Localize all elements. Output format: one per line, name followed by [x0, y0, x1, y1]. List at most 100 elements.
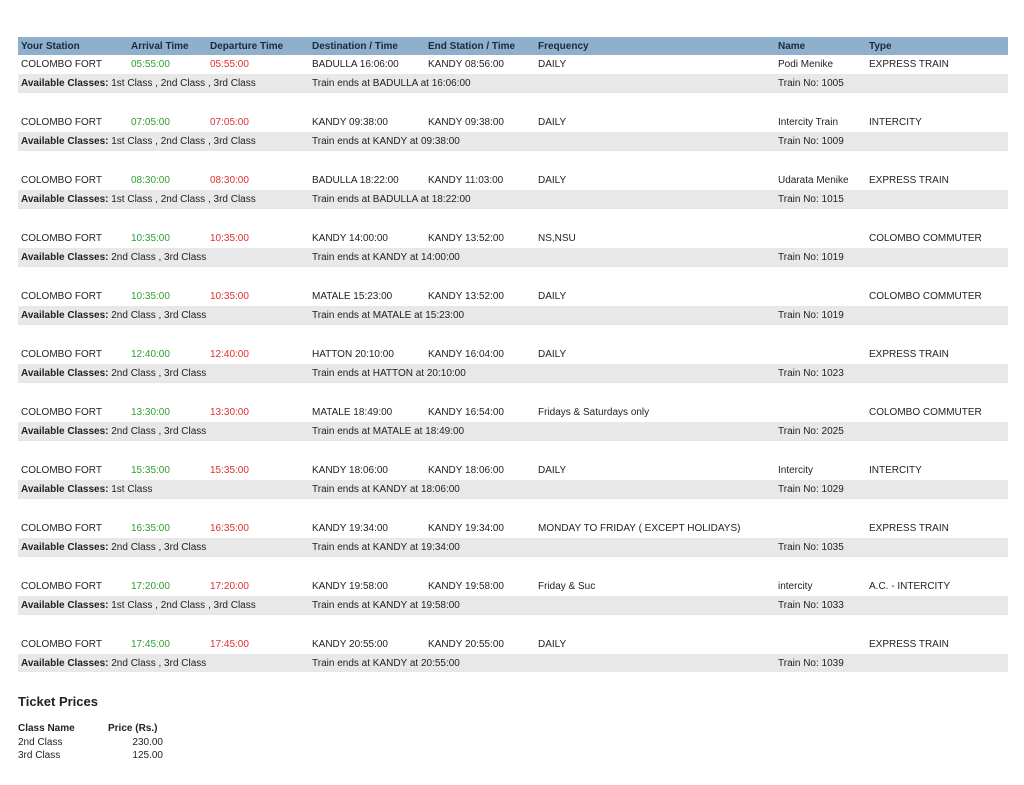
departure-time: 07:05:00	[210, 117, 249, 128]
train-row: COLOMBO FORT 10:35:00 10:35:00 MATALE 15:23…	[18, 287, 1008, 306]
frequency: Friday & Suc	[538, 581, 596, 592]
destination: KANDY 14:00:00	[312, 233, 388, 244]
available-classes-label: Available Classes:	[21, 599, 109, 611]
classes-value: 2nd Class , 3rd Class	[111, 657, 207, 669]
classes-value: 2nd Class , 3rd Class	[111, 367, 207, 379]
row-separator	[18, 324, 1008, 345]
station: COLOMBO FORT	[21, 59, 102, 70]
departure-time: 17:20:00	[210, 581, 249, 592]
train-name: Podi Menike	[778, 59, 834, 70]
train-type: EXPRESS TRAIN	[869, 59, 949, 70]
available-classes-label: Available Classes:	[21, 309, 109, 321]
train-detail-row: Available Classes: 1st Class Train ends a…	[18, 480, 1008, 498]
destination: BADULLA 16:06:00	[312, 59, 399, 70]
price-class: 2nd Class	[18, 737, 63, 748]
available-classes-label: Available Classes:	[21, 483, 109, 495]
row-separator	[18, 92, 1008, 113]
available-classes-label: Available Classes:	[21, 657, 109, 669]
train-row: COLOMBO FORT 15:35:00 15:35:00 KANDY 18:06:…	[18, 461, 1008, 480]
available-classes: Available Classes: 2nd Class , 3rd Class	[21, 368, 206, 379]
available-classes-label: Available Classes:	[21, 135, 109, 147]
frequency: DAILY	[538, 349, 567, 360]
station: COLOMBO FORT	[21, 523, 102, 534]
available-classes: Available Classes: 1st Class , 2nd Class…	[21, 136, 256, 147]
available-classes-label: Available Classes:	[21, 367, 109, 379]
available-classes: Available Classes: 1st Class	[21, 484, 152, 495]
price-value: 125.00	[132, 750, 163, 761]
arrival-time: 05:55:00	[131, 59, 170, 70]
destination: KANDY 19:58:00	[312, 581, 388, 592]
col-end-station: End Station / Time	[428, 40, 516, 52]
frequency: DAILY	[538, 291, 567, 302]
train-ends: Train ends at KANDY at 19:58:00	[312, 599, 460, 611]
price-table: Class Name Price (Rs.) 2nd Class 230.00 …	[18, 723, 163, 763]
col-departure: Departure Time	[210, 40, 284, 52]
station: COLOMBO FORT	[21, 291, 102, 302]
train-ends: Train ends at HATTON at 20:10:00	[312, 367, 466, 379]
destination: MATALE 15:23:00	[312, 291, 393, 302]
train-type: COLOMBO COMMUTER	[869, 291, 982, 302]
destination: MATALE 18:49:00	[312, 407, 393, 418]
train-type: INTERCITY	[869, 117, 922, 128]
train-number: Train No: 1019	[778, 309, 844, 321]
col-type: Type	[869, 40, 892, 52]
train-detail-row: Available Classes: 2nd Class , 3rd Class…	[18, 248, 1008, 266]
end-station: KANDY 11:03:00	[428, 175, 504, 186]
available-classes: Available Classes: 1st Class , 2nd Class…	[21, 194, 256, 205]
arrival-time: 15:35:00	[131, 465, 170, 476]
train-entry: COLOMBO FORT 17:20:00 17:20:00 KANDY 19:58:…	[18, 577, 1008, 635]
available-classes-label: Available Classes:	[21, 425, 109, 437]
classes-value: 2nd Class , 3rd Class	[111, 309, 207, 321]
train-detail-row: Available Classes: 1st Class , 2nd Class…	[18, 596, 1008, 614]
station: COLOMBO FORT	[21, 465, 102, 476]
arrival-time: 07:05:00	[131, 117, 170, 128]
train-detail-row: Available Classes: 2nd Class , 3rd Class…	[18, 364, 1008, 382]
available-classes: Available Classes: 1st Class , 2nd Class…	[21, 600, 256, 611]
train-ends: Train ends at MATALE at 15:23:00	[312, 309, 465, 321]
col-class-name: Class Name	[18, 723, 75, 734]
departure-time: 13:30:00	[210, 407, 249, 418]
available-classes: Available Classes: 1st Class , 2nd Class…	[21, 78, 256, 89]
frequency: Fridays & Saturdays only	[538, 407, 650, 418]
arrival-time: 10:35:00	[131, 291, 170, 302]
train-ends: Train ends at BADULLA at 18:22:00	[312, 193, 471, 205]
train-row: COLOMBO FORT 16:35:00 16:35:00 KANDY 19:34:…	[18, 519, 1008, 538]
train-ends: Train ends at BADULLA at 16:06:00	[312, 77, 471, 89]
departure-time: 16:35:00	[210, 523, 249, 534]
col-destination: Destination / Time	[312, 40, 398, 52]
classes-value: 2nd Class , 3rd Class	[111, 425, 207, 437]
train-entry: COLOMBO FORT 15:35:00 15:35:00 KANDY 18:06:…	[18, 461, 1008, 519]
train-row: COLOMBO FORT 05:55:00 05:55:00 BADULLA 16:0…	[18, 55, 1008, 74]
train-number: Train No: 1039	[778, 657, 844, 669]
arrival-time: 17:20:00	[131, 581, 170, 592]
row-separator	[18, 614, 1008, 635]
available-classes-label: Available Classes:	[21, 193, 109, 205]
train-number: Train No: 1023	[778, 367, 844, 379]
available-classes: Available Classes: 2nd Class , 3rd Class	[21, 658, 206, 669]
train-ends: Train ends at KANDY at 20:55:00	[312, 657, 460, 669]
train-detail-row: Available Classes: 1st Class , 2nd Class…	[18, 190, 1008, 208]
departure-time: 05:55:00	[210, 59, 249, 70]
train-ends: Train ends at KANDY at 09:38:00	[312, 135, 460, 147]
ticket-prices: Ticket Prices Class Name Price (Rs.) 2nd…	[18, 694, 163, 763]
train-entry: COLOMBO FORT 16:35:00 16:35:00 KANDY 19:34:…	[18, 519, 1008, 577]
train-type: EXPRESS TRAIN	[869, 175, 949, 186]
station: COLOMBO FORT	[21, 117, 102, 128]
arrival-time: 16:35:00	[131, 523, 170, 534]
train-row: COLOMBO FORT 07:05:00 07:05:00 KANDY 09:38:…	[18, 113, 1008, 132]
train-detail-row: Available Classes: 2nd Class , 3rd Class…	[18, 538, 1008, 556]
train-name: Intercity Train	[778, 117, 839, 128]
price-table-header: Class Name Price (Rs.)	[18, 723, 163, 737]
price-class: 3rd Class	[18, 750, 61, 761]
destination: KANDY 18:06:00	[312, 465, 388, 476]
train-row: COLOMBO FORT 10:35:00 10:35:00 KANDY 14:00:…	[18, 229, 1008, 248]
frequency: MONDAY TO FRIDAY ( EXCEPT HOLIDAYS)	[538, 523, 741, 534]
row-separator	[18, 556, 1008, 577]
available-classes: Available Classes: 2nd Class , 3rd Class	[21, 542, 206, 553]
end-station: KANDY 08:56:00	[428, 59, 504, 70]
destination: KANDY 20:55:00	[312, 639, 388, 650]
train-row: COLOMBO FORT 17:20:00 17:20:00 KANDY 19:58:…	[18, 577, 1008, 596]
available-classes: Available Classes: 2nd Class , 3rd Class	[21, 252, 206, 263]
ticket-prices-title: Ticket Prices	[18, 694, 98, 709]
price-row: 3rd Class 125.00	[18, 750, 163, 763]
